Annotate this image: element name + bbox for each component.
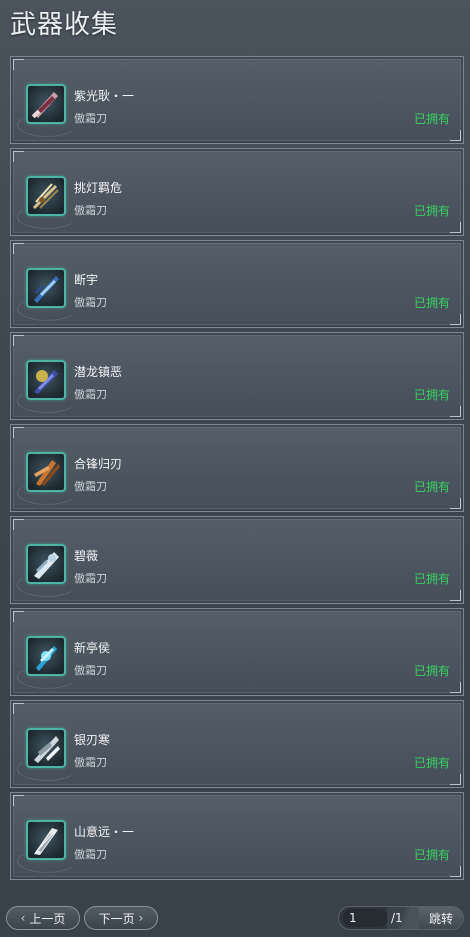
total-pages: /1 — [391, 911, 403, 925]
weapon-golden-trident-icon — [26, 176, 66, 216]
owned-status: 已拥有 — [413, 388, 450, 402]
weapon-card[interactable]: 山意远・一 傲霜刀 已拥有 — [10, 792, 464, 880]
prev-page-button[interactable]: ‹ 上一页 — [6, 906, 80, 930]
next-page-button[interactable]: 下一页 › — [84, 906, 158, 930]
weapon-name: 新亭侯 — [74, 641, 111, 655]
weapon-card[interactable]: 银刃寒 傲霜刀 已拥有 — [10, 700, 464, 788]
owned-status: 已拥有 — [413, 112, 450, 126]
owned-status: 已拥有 — [413, 848, 450, 862]
weapon-card[interactable]: 断宇 傲霜刀 已拥有 — [10, 240, 464, 328]
weapon-type: 傲霜刀 — [74, 296, 107, 309]
prev-page-label: 上一页 — [29, 911, 66, 926]
owned-status: 已拥有 — [413, 664, 450, 678]
owned-status: 已拥有 — [413, 480, 450, 494]
weapon-cyan-blade-icon — [26, 636, 66, 676]
next-page-label: 下一页 — [98, 911, 135, 926]
weapon-type: 傲霜刀 — [74, 204, 107, 217]
weapon-list: 紫光耿・一 傲霜刀 已拥有 挑灯羁危 傲霜刀 已拥有 断宇 傲霜刀 已拥有 潜龙… — [10, 56, 464, 884]
weapon-name: 挑灯羁危 — [74, 181, 123, 195]
weapon-name: 山意远・一 — [74, 825, 135, 839]
weapon-name: 银刃寒 — [74, 733, 111, 747]
weapon-blue-blade-icon — [26, 268, 66, 308]
weapon-card[interactable]: 潜龙镇恶 傲霜刀 已拥有 — [10, 332, 464, 420]
weapon-card[interactable]: 合锋归刃 傲霜刀 已拥有 — [10, 424, 464, 512]
weapon-card[interactable]: 碧薇 傲霜刀 已拥有 — [10, 516, 464, 604]
owned-status: 已拥有 — [413, 572, 450, 586]
weapon-type: 傲霜刀 — [74, 480, 107, 493]
owned-status: 已拥有 — [413, 756, 450, 770]
weapon-type: 傲霜刀 — [74, 572, 107, 585]
weapon-name: 合锋归刃 — [74, 457, 123, 471]
weapon-purple-blade-icon — [26, 84, 66, 124]
weapon-name: 潜龙镇恶 — [74, 365, 123, 379]
weapon-type: 傲霜刀 — [74, 848, 107, 861]
weapon-name: 碧薇 — [74, 549, 99, 563]
jump-button[interactable]: 跳转 — [419, 907, 463, 929]
weapon-name: 紫光耿・一 — [74, 89, 135, 103]
weapon-card[interactable]: 挑灯羁危 傲霜刀 已拥有 — [10, 148, 464, 236]
page-title: 武器收集 — [10, 10, 119, 40]
weapon-type: 傲霜刀 — [74, 664, 107, 677]
chevron-left-icon: ‹ — [20, 911, 26, 925]
page-number-input[interactable] — [343, 909, 387, 927]
page-jump-control: /1 跳转 — [338, 906, 464, 930]
weapon-silver-blade-icon — [26, 728, 66, 768]
owned-status: 已拥有 — [413, 204, 450, 218]
weapon-white-blade-icon — [26, 544, 66, 584]
weapon-card[interactable]: 紫光耿・一 傲霜刀 已拥有 — [10, 56, 464, 144]
weapon-name: 断宇 — [74, 273, 99, 287]
chevron-right-icon: › — [138, 911, 144, 925]
owned-status: 已拥有 — [413, 296, 450, 310]
weapon-mountain-blade-icon — [26, 820, 66, 860]
weapon-type: 傲霜刀 — [74, 388, 107, 401]
weapon-type: 傲霜刀 — [74, 112, 107, 125]
weapon-card[interactable]: 新亭侯 傲霜刀 已拥有 — [10, 608, 464, 696]
weapon-dragon-blade-icon — [26, 360, 66, 400]
weapon-orange-blade-icon — [26, 452, 66, 492]
weapon-type: 傲霜刀 — [74, 756, 107, 769]
